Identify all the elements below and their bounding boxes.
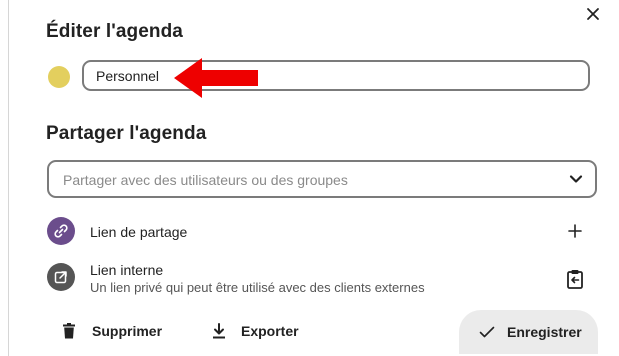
- annotation-arrow: [174, 58, 258, 98]
- calendar-color-picker[interactable]: [48, 66, 70, 88]
- save-button[interactable]: Enregistrer: [459, 310, 598, 354]
- delete-button[interactable]: Supprimer: [62, 318, 162, 344]
- internal-link-description: Un lien privé qui peut être utilisé avec…: [90, 280, 425, 295]
- clipboard-icon: [567, 270, 583, 289]
- close-button[interactable]: [583, 4, 603, 24]
- dialog-left-border: [8, 0, 9, 356]
- close-icon: [587, 8, 599, 20]
- chevron-down-icon: [569, 175, 583, 183]
- share-link-label: Lien de partage: [90, 224, 188, 240]
- share-calendar-title: Partager l'agenda: [46, 123, 207, 144]
- check-icon: [479, 326, 495, 338]
- add-share-link-button[interactable]: [565, 221, 585, 241]
- save-label: Enregistrer: [507, 324, 582, 340]
- edit-calendar-title: Éditer l'agenda: [46, 21, 183, 42]
- plus-icon: [568, 224, 582, 238]
- share-select-placeholder: Partager avec des utilisateurs ou des gr…: [63, 172, 348, 188]
- share-with-select[interactable]: Partager avec des utilisateurs ou des gr…: [47, 160, 597, 198]
- delete-label: Supprimer: [92, 323, 163, 339]
- download-icon: [213, 323, 225, 339]
- external-link-icon: [47, 263, 75, 291]
- calendar-name-input[interactable]: [82, 60, 590, 91]
- copy-internal-link-button[interactable]: [566, 269, 584, 289]
- trash-icon: [63, 323, 75, 339]
- export-label: Exporter: [241, 323, 299, 339]
- internal-link-label: Lien interne: [90, 262, 164, 278]
- export-button[interactable]: Exporter: [212, 318, 299, 344]
- link-icon: [47, 217, 75, 245]
